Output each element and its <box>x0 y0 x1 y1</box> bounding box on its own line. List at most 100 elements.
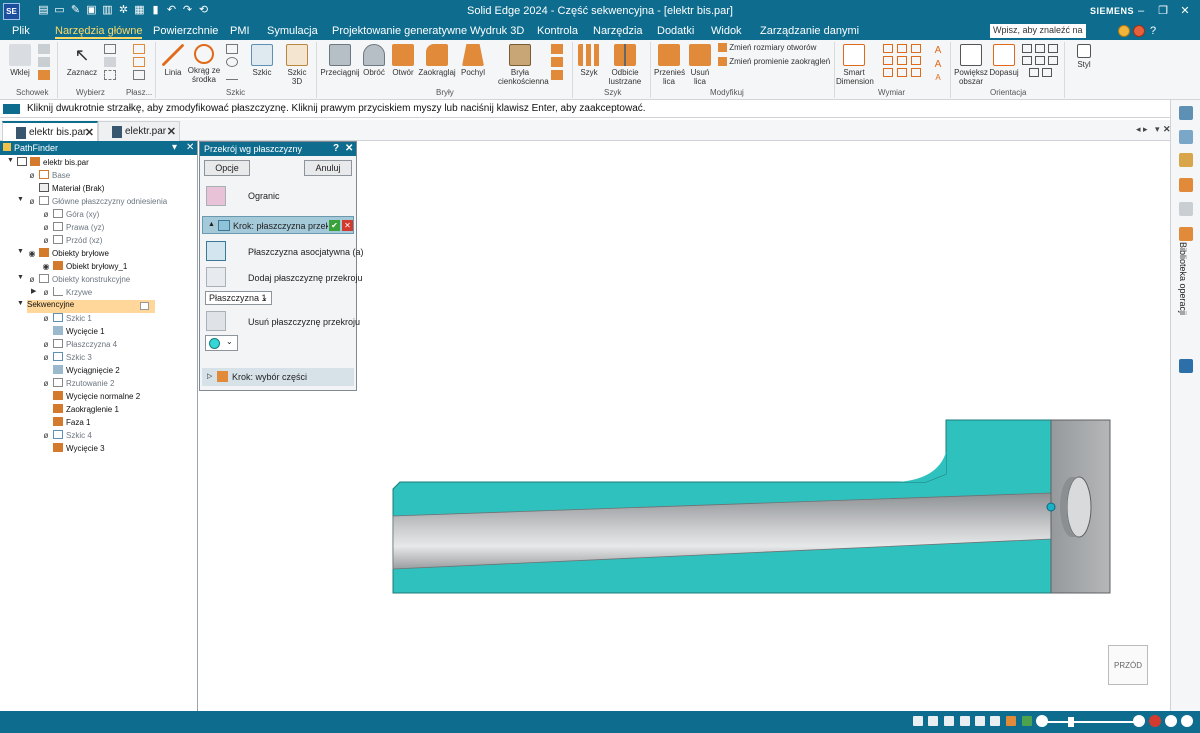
menu-widok[interactable]: Widok <box>711 25 742 37</box>
menu-narzedzia-glowne[interactable]: Narzędzia główne <box>55 25 143 39</box>
grid-panel-icon[interactable] <box>1179 153 1193 167</box>
zoom-area-status-icon[interactable] <box>913 716 923 726</box>
help-status-icon[interactable] <box>1181 715 1193 727</box>
tree-item-front-plane[interactable]: ø Przód (xz) <box>41 235 102 248</box>
zoom-slider[interactable] <box>1043 721 1135 723</box>
tree-item-solid-bodies[interactable]: ▼ ◉ Obiekty bryłowe <box>17 248 109 261</box>
eye-hidden-icon[interactable]: ø <box>41 379 51 388</box>
tree-item-chamfer-1[interactable]: Faza 1 <box>53 417 90 430</box>
search-input[interactable]: Wpisz, aby znaleźć na <box>990 24 1086 38</box>
accept-icon[interactable]: ✔ <box>329 220 340 231</box>
mirror-button[interactable]: Odbicie lustrzane <box>604 44 646 86</box>
view-status-icon[interactable] <box>990 716 1000 726</box>
tree-item-solid-body-1[interactable]: ◉ Obiekt bryłowy_1 <box>41 261 127 274</box>
display-status-icon[interactable] <box>1022 716 1032 726</box>
menu-zarzadzanie-danymi[interactable]: Zarządzanie danymi <box>760 25 859 37</box>
restore-button[interactable]: ❐ <box>1156 4 1170 18</box>
move-faces-button[interactable]: Przenieś lica <box>654 44 685 86</box>
tree-item-sketch-4[interactable]: ø Szkic 4 <box>41 430 92 443</box>
delete-faces-button[interactable]: Usuń lica <box>686 44 714 86</box>
tree-item-sequential[interactable]: ▼ Sekwencyjne <box>17 300 155 313</box>
tab-scroll-left-icon[interactable]: ◂ ▸ <box>1136 124 1148 135</box>
thin-wall-button[interactable]: Bryła cienkościenna <box>498 44 549 86</box>
select-options[interactable] <box>100 44 120 80</box>
zoom-status-icon[interactable] <box>928 716 938 726</box>
section-color-picker[interactable]: ⌄ <box>205 335 238 351</box>
smart-dimension-button[interactable]: Smart Dimension <box>836 44 874 86</box>
extrude-button[interactable]: Przeciągnij <box>320 44 360 77</box>
close-panel-icon[interactable]: ✕ <box>186 142 194 153</box>
step-part-selection[interactable]: ▷ Krok: wybór części <box>202 368 354 386</box>
close-tab-icon[interactable]: ✕ <box>85 126 94 139</box>
eye-hidden-icon[interactable]: ø <box>27 197 37 206</box>
help-icon[interactable]: ? <box>333 143 339 154</box>
tab-list-icon[interactable]: ▾ <box>1155 124 1160 135</box>
round-button[interactable]: Zaokrąglaj <box>418 44 456 77</box>
view-cube[interactable]: PRZÓD <box>1108 645 1148 685</box>
eye-hidden-icon[interactable]: ø <box>41 210 51 219</box>
video-icon[interactable] <box>1149 715 1161 727</box>
draft-button[interactable]: Pochyl <box>460 44 486 77</box>
pan-status-icon[interactable] <box>960 716 970 726</box>
keyboard-icon[interactable] <box>3 104 20 114</box>
rotate-status-icon[interactable] <box>975 716 985 726</box>
associative-plane-icon[interactable] <box>206 241 226 261</box>
reject-icon[interactable]: ✕ <box>342 220 353 231</box>
cancel-button[interactable]: Anuluj <box>304 160 352 176</box>
tree-item-construction[interactable]: ▼ ø Obiekty konstrukcyjne <box>17 274 130 287</box>
menu-pmi[interactable]: PMI <box>230 25 250 37</box>
menu-narzedzia[interactable]: Narzędzia <box>593 25 643 37</box>
tree-item-cutout-3[interactable]: Wycięcie 3 <box>53 443 105 456</box>
zoom-slider-handle[interactable] <box>1068 717 1074 727</box>
limit-icon[interactable] <box>206 186 226 206</box>
panel-menu-icon[interactable]: ▾ <box>172 142 177 153</box>
plane-tools[interactable] <box>126 44 152 80</box>
menu-dodatki[interactable]: Dodatki <box>657 25 694 37</box>
fit-button[interactable]: Dopasuj <box>988 44 1020 77</box>
pattern-button[interactable]: Szyk <box>576 44 602 77</box>
wrench-icon[interactable] <box>1179 178 1193 192</box>
add-plane-icon[interactable] <box>206 267 226 287</box>
eye-hidden-icon[interactable]: ø <box>41 431 51 440</box>
expand-icon[interactable]: ▷ <box>207 372 212 380</box>
tree-item-right-plane[interactable]: ø Prawa (yz) <box>41 222 104 235</box>
eye-hidden-icon[interactable]: ø <box>41 236 51 245</box>
line-button[interactable]: Linia <box>160 44 186 77</box>
feature-library-label[interactable]: Biblioteka operacji <box>1178 242 1188 315</box>
remove-plane-icon[interactable] <box>206 311 226 331</box>
family-icon[interactable] <box>1179 359 1193 373</box>
paste-button[interactable]: Wklej <box>6 44 34 77</box>
tree-item-projection-2[interactable]: ø Rzutowanie 2 <box>41 378 114 391</box>
link-icon[interactable] <box>1179 202 1193 216</box>
feature-library-icon[interactable] <box>1179 227 1193 241</box>
eye-hidden-icon[interactable]: ø <box>41 314 51 323</box>
tab-elektr[interactable]: elektr.par ✕ <box>98 121 180 141</box>
dimension-tools[interactable] <box>874 44 930 77</box>
tree-item-sketch-1[interactable]: ø Szkic 1 <box>41 313 92 326</box>
menu-symulacja[interactable]: Symulacja <box>267 25 318 37</box>
zoom-in-icon[interactable] <box>1133 715 1145 727</box>
frown-icon[interactable] <box>1133 25 1145 37</box>
clipboard-tools[interactable] <box>36 44 52 80</box>
fit-status-icon[interactable] <box>944 716 954 726</box>
hole-button[interactable]: Otwór <box>390 44 416 77</box>
tree-item-material[interactable]: Materiał (Brak) <box>39 183 104 196</box>
tree-item-round-1[interactable]: Zaokrąglenie 1 <box>53 404 119 417</box>
resize-rounds-button[interactable]: Zmień promienie zaokrągleń <box>718 57 832 66</box>
tree-item-ref-planes[interactable]: ▼ ø Główne płaszczyzny odniesienia <box>17 196 167 209</box>
eye-hidden-icon[interactable]: ø <box>41 288 51 297</box>
tab-elektr-bis[interactable]: elektr bis.par ✕ <box>2 121 98 141</box>
text-size-tools[interactable]: A A A <box>930 44 946 84</box>
collapse-icon[interactable]: ▲ <box>208 221 215 228</box>
eye-icon[interactable]: ◉ <box>27 249 37 258</box>
smile-icon[interactable] <box>1118 25 1130 37</box>
sequential-options-icon[interactable] <box>140 302 149 310</box>
tree-item-top-plane[interactable]: ø Góra (xy) <box>41 209 99 222</box>
menu-wydruk-3d[interactable]: Wydruk 3D <box>470 25 524 37</box>
eye-hidden-icon[interactable]: ø <box>27 275 37 284</box>
eye-hidden-icon[interactable]: ø <box>41 353 51 362</box>
sketch-shape-tools[interactable] <box>222 44 242 80</box>
eye-icon[interactable]: ◉ <box>41 262 51 271</box>
view-tools[interactable] <box>1020 44 1060 77</box>
plane-select[interactable]: Płaszczyzna 1 ⌄ <box>205 291 272 305</box>
